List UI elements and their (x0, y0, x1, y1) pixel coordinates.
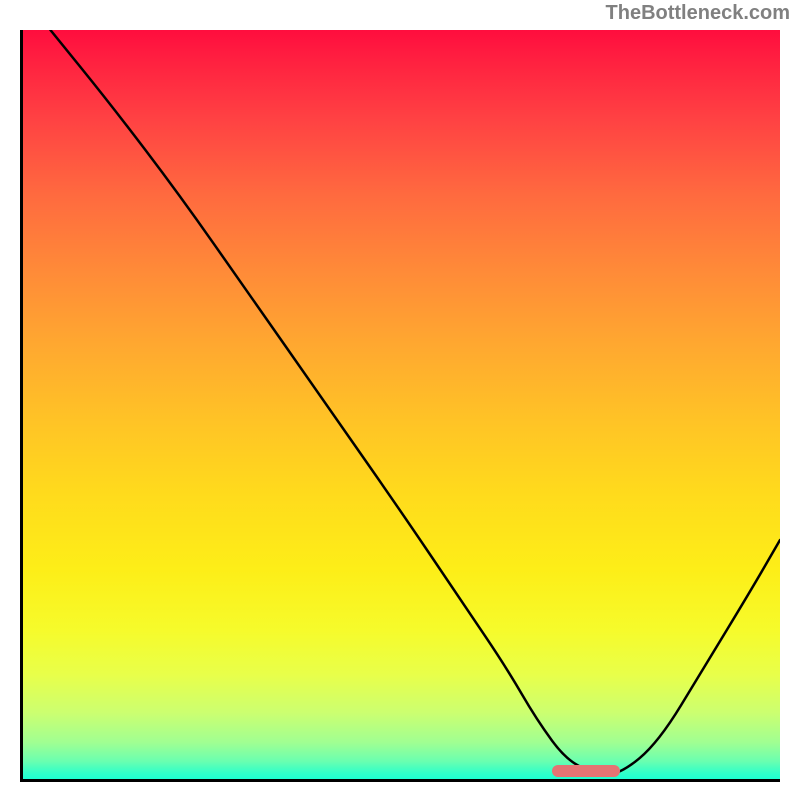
watermark-text: TheBottleneck.com (606, 2, 790, 25)
bottleneck-curve (20, 30, 780, 780)
optimal-range-marker (552, 765, 620, 777)
plot-area (20, 30, 780, 780)
